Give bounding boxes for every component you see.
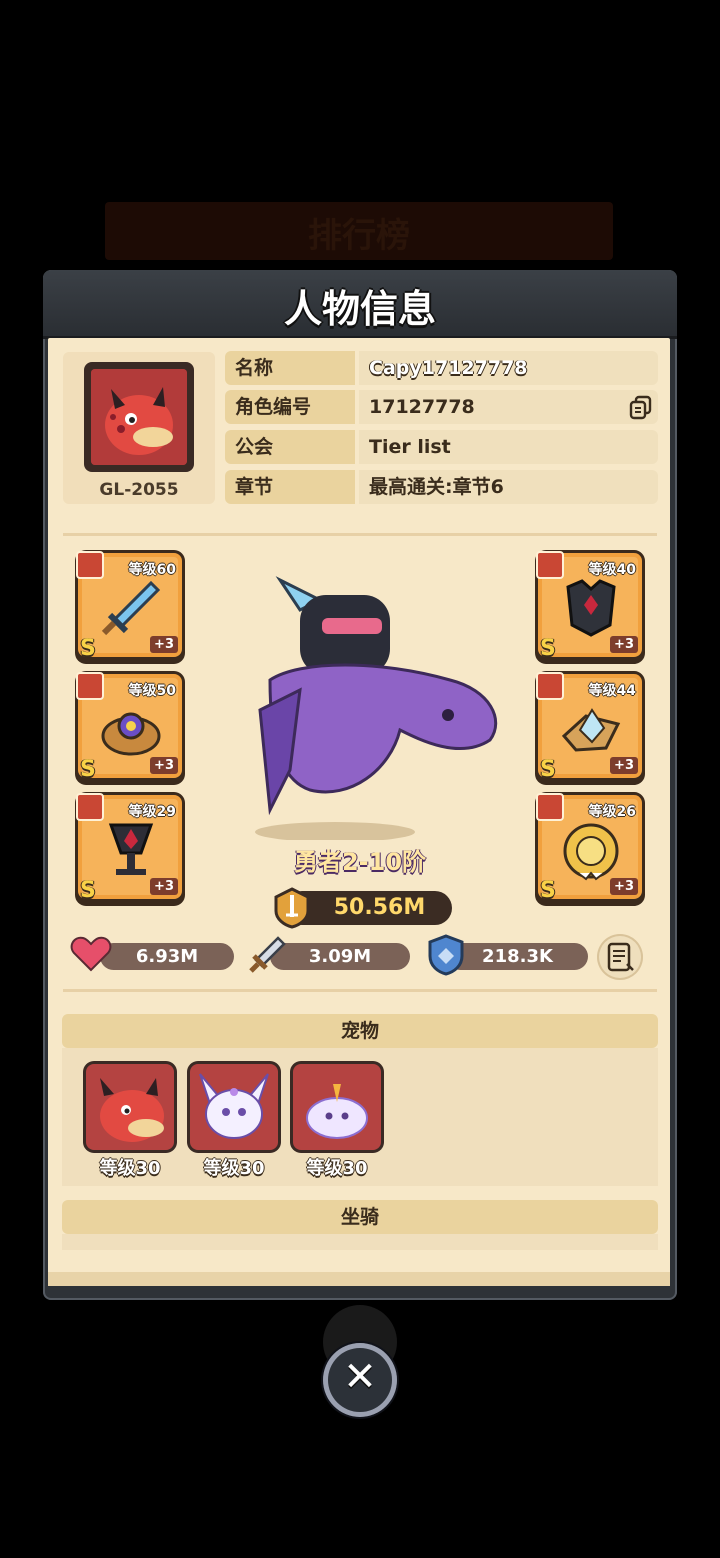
hp-value: 6.93M: [135, 946, 199, 967]
pets-section-title: 宠物: [62, 1014, 658, 1048]
dialog-title: 人物信息: [283, 287, 436, 331]
equip-level: 等级50: [128, 683, 176, 699]
equip-tier: S: [80, 636, 96, 661]
equip-level: 等级60: [128, 562, 176, 578]
pet-slot-1[interactable]: [86, 1064, 174, 1150]
equip-medal[interactable]: 等级26 S +3: [536, 793, 642, 903]
pet-level-1: 等级30: [99, 1158, 161, 1179]
equip-level: 等级44: [588, 683, 636, 699]
heart-icon: [70, 936, 112, 972]
close-button[interactable]: ✕: [323, 1343, 397, 1417]
info-key-chapter: 章节: [225, 470, 355, 504]
background-banner: 排行榜: [105, 202, 613, 260]
copy-icon[interactable]: [628, 394, 654, 420]
shield-icon: [428, 934, 464, 976]
white-fox-icon: [199, 1073, 269, 1139]
stats-detail-button[interactable]: [597, 934, 643, 980]
info-row-chapter: 章节 最高通关:章节6: [225, 470, 658, 504]
avatar-code: GL-2055: [99, 480, 179, 500]
pet-level-3: 等级30: [306, 1158, 368, 1179]
red-dragon-icon: [100, 1078, 164, 1142]
red-dragon-avatar-icon: [91, 369, 187, 465]
info-key-name: 名称: [225, 351, 355, 385]
attack-stat: 3.09M: [270, 943, 410, 970]
crystal-icon: [561, 708, 621, 752]
info-value-guild: Tier list: [359, 430, 658, 464]
equip-level: 等级26: [588, 804, 636, 820]
equip-plus: +3: [610, 757, 638, 774]
info-value-id: 17127778: [359, 390, 658, 424]
pet-level-2: 等级30: [203, 1158, 265, 1179]
pet-slot-2[interactable]: [190, 1064, 278, 1150]
ring-icon: [101, 712, 161, 756]
equip-plus: +3: [150, 636, 178, 653]
hero-rank-title: 勇者2-10阶: [293, 848, 427, 876]
close-icon: ✕: [343, 1354, 377, 1400]
sword-icon: [101, 580, 161, 636]
info-row-guild: 公会 Tier list: [225, 430, 658, 464]
divider-top: [63, 533, 657, 536]
document-detail-icon: [607, 942, 634, 972]
combat-power-value: 50.56M: [333, 895, 426, 920]
hp-stat: 6.93M: [100, 943, 234, 970]
equip-plus: +3: [150, 878, 178, 895]
sword-stat-icon: [249, 936, 286, 973]
info-key-guild: 公会: [225, 430, 355, 464]
equip-tier: S: [540, 757, 556, 782]
equip-helmet[interactable]: 等级50 S +3: [76, 672, 182, 782]
equip-tier: S: [80, 757, 96, 782]
mount-area: [62, 1234, 658, 1250]
mount-section-title: 坐骑: [62, 1200, 658, 1234]
medal-icon: [563, 823, 619, 881]
hero-character-icon: [255, 576, 498, 840]
equip-armor[interactable]: 等级40 S +3: [536, 551, 642, 661]
unicorn-slime-icon: [306, 1084, 368, 1139]
pet-slot-3[interactable]: [293, 1064, 381, 1150]
defense-value: 218.3K: [482, 946, 553, 967]
defense-stat: 218.3K: [447, 943, 588, 970]
info-key-id: 角色编号: [225, 390, 355, 424]
equip-level: 等级29: [128, 804, 176, 820]
info-row-id: 角色编号 17127778: [225, 390, 658, 424]
equip-belt[interactable]: 等级44 S +3: [536, 672, 642, 782]
info-value-chapter: 最高通关:章节6: [359, 470, 658, 504]
equip-necklace[interactable]: 等级29 S +3: [76, 793, 182, 903]
equip-tier: S: [540, 636, 556, 661]
divider-middle: [63, 989, 657, 992]
combat-power-icon: [274, 887, 310, 929]
equip-plus: +3: [610, 636, 638, 653]
armor-icon: [566, 579, 616, 637]
equip-tier: S: [540, 878, 556, 903]
info-value-name: Capy17127778: [359, 351, 658, 385]
equip-level: 等级40: [588, 562, 636, 578]
dialog-header: 人物信息: [43, 270, 677, 339]
equip-weapon[interactable]: 等级60 S +3: [76, 551, 182, 661]
equip-tier: S: [80, 878, 96, 903]
info-row-name: 名称 Capy17127778: [225, 351, 658, 385]
equip-plus: +3: [610, 878, 638, 895]
equip-plus: +3: [150, 757, 178, 774]
background-banner-title: 排行榜: [308, 216, 410, 256]
avatar[interactable]: [91, 369, 187, 465]
attack-value: 3.09M: [308, 946, 372, 967]
goblet-icon: [108, 823, 154, 875]
